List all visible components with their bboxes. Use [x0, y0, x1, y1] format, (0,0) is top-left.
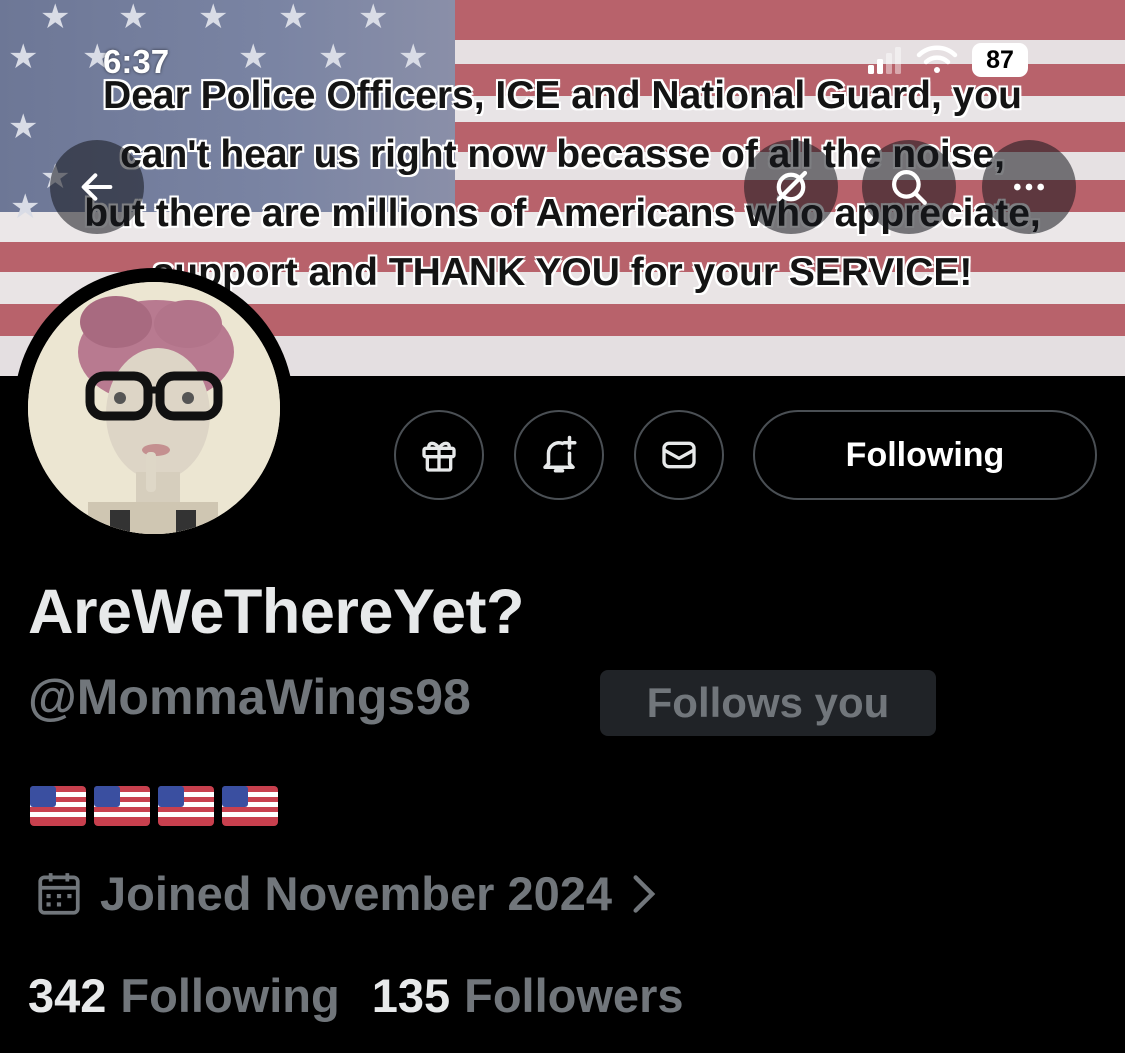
- us-flag-emoji: [222, 786, 278, 826]
- envelope-icon: [662, 441, 696, 469]
- display-name: AreWeThereYet?: [28, 577, 525, 647]
- status-indicators: 87: [866, 42, 1028, 78]
- us-flag-emoji: [30, 786, 86, 826]
- joined-text: Joined November 2024: [100, 867, 612, 920]
- search-icon: [892, 170, 927, 205]
- status-time: 6:37: [103, 43, 170, 80]
- notifications-button[interactable]: [514, 410, 604, 500]
- username-handle: @MommaWings98: [28, 669, 471, 725]
- bio: 🇺🇸🇺🇸🇺🇸🇺🇸: [30, 786, 278, 826]
- calendar-icon: [38, 872, 80, 915]
- search-button[interactable]: [862, 140, 956, 234]
- joined-date[interactable]: Joined November 2024: [34, 866, 658, 921]
- avatar-image: [28, 282, 280, 534]
- gift-icon: [422, 441, 456, 472]
- following-count: 342: [28, 969, 107, 1022]
- bell-plus-icon: [543, 435, 577, 473]
- more-button[interactable]: [982, 140, 1076, 234]
- banner-line: can't hear us right now becasse of all t…: [120, 133, 1005, 176]
- follows-you-badge: Follows you: [600, 670, 936, 736]
- followers-stat[interactable]: 135 Followers: [372, 968, 684, 1023]
- wifi-icon: [916, 45, 958, 73]
- us-flag-emoji: [94, 786, 150, 826]
- back-button[interactable]: [50, 140, 144, 234]
- following-stat[interactable]: 342 Following: [28, 968, 340, 1023]
- more-icon: [1014, 183, 1044, 191]
- cellular-signal-icon: [868, 47, 901, 74]
- followers-label: Followers: [464, 969, 684, 1022]
- profile-avatar[interactable]: [14, 268, 294, 548]
- chevron-right-icon: [633, 874, 656, 913]
- following-label: Following: [120, 969, 340, 1022]
- us-flag-emoji: [158, 786, 214, 826]
- follow-stats: 342 Following 135 Followers: [28, 968, 684, 1023]
- grok-button[interactable]: [744, 140, 838, 234]
- banner-line: but there are millions of Americans who …: [84, 192, 1041, 235]
- battery-indicator: 87: [972, 43, 1028, 77]
- gift-button[interactable]: [394, 410, 484, 500]
- following-button[interactable]: Following: [753, 410, 1097, 500]
- arrow-left-icon: [81, 173, 113, 201]
- message-button[interactable]: [634, 410, 724, 500]
- grok-icon: [776, 170, 808, 202]
- banner-message: Dear Police Officers, ICE and National G…: [0, 66, 1125, 302]
- followers-count: 135: [371, 969, 451, 1022]
